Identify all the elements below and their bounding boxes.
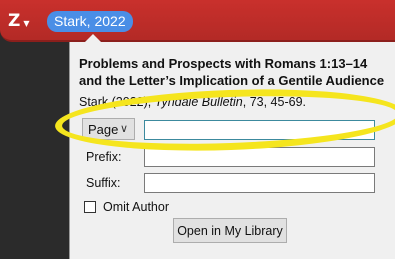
locator-type-select[interactable]: Page ∨ <box>82 118 135 140</box>
caret-down-icon: ▼ <box>23 18 30 28</box>
suffix-input[interactable] <box>144 173 375 193</box>
citation-bar: Z ▼ Stark, 2022 <box>0 0 395 42</box>
locator-input[interactable] <box>144 120 375 140</box>
locator-type-value: Page <box>88 121 119 137</box>
zotero-menu-button[interactable]: Z ▼ <box>8 8 38 34</box>
prefix-input[interactable] <box>144 147 375 167</box>
zotero-logo-icon: Z <box>8 11 21 31</box>
suffix-label: Suffix: <box>86 176 121 190</box>
citation-volume-pages: , 73, 45-69. <box>242 95 306 109</box>
item-citation: Stark (2022), Tyndale Bulletin, 73, 45-6… <box>79 95 306 109</box>
chevron-down-icon: ∨ <box>119 123 128 135</box>
omit-author-label[interactable]: Omit Author <box>103 200 169 214</box>
prefix-label: Prefix: <box>86 150 122 164</box>
citation-details-popup: Problems and Prospects with Romans 1:13–… <box>69 42 395 259</box>
omit-author-checkbox[interactable] <box>84 201 96 213</box>
open-in-library-button[interactable]: Open in My Library <box>173 218 287 243</box>
citation-journal: Tyndale Bulletin <box>154 95 243 109</box>
citation-bubble[interactable]: Stark, 2022 <box>47 11 133 32</box>
item-title: Problems and Prospects with Romans 1:13–… <box>79 56 385 88</box>
citation-author-year: Stark (2022), <box>79 95 155 109</box>
